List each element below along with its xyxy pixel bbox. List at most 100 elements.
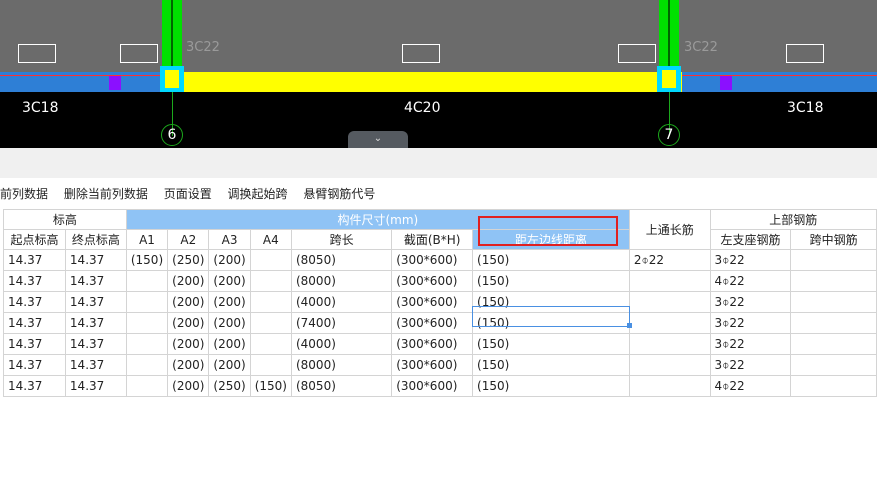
- table-cell[interactable]: (150): [472, 333, 630, 355]
- table-cell[interactable]: (200): [208, 249, 251, 271]
- table-cell[interactable]: (4000): [290, 291, 393, 313]
- table-cell[interactable]: [790, 270, 877, 292]
- table-cell[interactable]: (4000): [290, 333, 393, 355]
- table-cell[interactable]: (200): [208, 312, 251, 334]
- table-cell[interactable]: 14.37: [3, 312, 66, 334]
- table-cell[interactable]: 3⌽22: [709, 291, 792, 313]
- table-cell[interactable]: 14.37: [64, 270, 127, 292]
- table-cell[interactable]: [125, 333, 169, 355]
- table-cell[interactable]: (200): [167, 270, 210, 292]
- table-cell[interactable]: 14.37: [3, 375, 66, 397]
- table-cell[interactable]: (200): [208, 333, 251, 355]
- table-cell[interactable]: [628, 333, 711, 355]
- table-cell[interactable]: (300*600): [391, 312, 474, 334]
- table-cell[interactable]: (150): [472, 291, 630, 313]
- table-cell[interactable]: [628, 375, 711, 397]
- table-cell[interactable]: [790, 291, 877, 313]
- table-cell[interactable]: 14.37: [64, 291, 127, 313]
- table-cell[interactable]: (200): [167, 291, 210, 313]
- table-cell[interactable]: (200): [167, 354, 210, 376]
- cad-canvas[interactable]: 3C22 3C22 3C18 4C20 3C18 6 7 ⌄: [0, 0, 877, 148]
- table-cell[interactable]: 3⌽22: [709, 333, 792, 355]
- table-cell[interactable]: (300*600): [391, 291, 474, 313]
- table-row[interactable]: 14.37 14.37 (200) (200) (8000) (300*600) (150)…: [3, 270, 877, 292]
- table-row[interactable]: 14.37 14.37 (200) (200) (7400) (300*600) (150)…: [3, 312, 877, 334]
- collapse-panel-button[interactable]: ⌄: [348, 131, 408, 148]
- table-cell[interactable]: (300*600): [391, 249, 474, 271]
- table-row[interactable]: 14.37 14.37 (150) (250) (200) (8050) (300*600)…: [3, 249, 877, 271]
- table-cell[interactable]: (150): [472, 270, 630, 292]
- table-cell[interactable]: (300*600): [391, 270, 474, 292]
- table-cell[interactable]: [790, 249, 877, 271]
- table-cell[interactable]: 2⌽22: [628, 249, 711, 271]
- header-dimensions[interactable]: 构件尺寸(mm): [125, 209, 630, 230]
- table-cell[interactable]: (8050): [290, 375, 393, 397]
- table-row[interactable]: 14.37 14.37 (200) (200) (4000) (300*600) (150)…: [3, 291, 877, 313]
- table-cell[interactable]: 3⌽22: [709, 249, 792, 271]
- table-cell[interactable]: (200): [167, 333, 210, 355]
- table-cell[interactable]: [628, 270, 711, 292]
- table-cell[interactable]: [628, 291, 711, 313]
- table-cell[interactable]: (150): [472, 354, 630, 376]
- table-cell[interactable]: (150): [249, 375, 292, 397]
- table-cell[interactable]: (150): [472, 249, 630, 271]
- table-cell[interactable]: 3⌽22: [709, 354, 792, 376]
- table-cell[interactable]: (300*600): [391, 354, 474, 376]
- table-cell[interactable]: (8000): [290, 354, 393, 376]
- table-cell[interactable]: [249, 333, 292, 355]
- table-cell[interactable]: [125, 375, 169, 397]
- table-cell[interactable]: [125, 354, 169, 376]
- table-cell[interactable]: (150): [472, 375, 630, 397]
- table-cell[interactable]: 3⌽22: [709, 312, 792, 334]
- table-cell[interactable]: [790, 375, 877, 397]
- toolbar-copy-column[interactable]: 前列数据: [0, 187, 48, 201]
- table-cell[interactable]: [249, 354, 292, 376]
- toolbar-swap-start-span[interactable]: 调换起始跨: [228, 187, 288, 201]
- table-cell[interactable]: [249, 291, 292, 313]
- table-cell[interactable]: [125, 270, 169, 292]
- table-cell[interactable]: (250): [167, 249, 210, 271]
- table-row[interactable]: 14.37 14.37 (200) (200) (4000) (300*600) (150)…: [3, 333, 877, 355]
- fill-handle[interactable]: [627, 323, 632, 328]
- table-cell[interactable]: [249, 270, 292, 292]
- toolbar-cantilever-code[interactable]: 悬臂钢筋代号: [303, 187, 375, 201]
- table-cell[interactable]: 14.37: [64, 312, 127, 334]
- table-cell[interactable]: (200): [208, 291, 251, 313]
- table-cell[interactable]: 14.37: [3, 270, 66, 292]
- header-offset-left[interactable]: 距左边线距离: [472, 229, 630, 250]
- table-cell[interactable]: (200): [167, 312, 210, 334]
- toolbar-delete-column[interactable]: 删除当前列数据: [64, 187, 148, 201]
- table-cell[interactable]: [790, 312, 877, 334]
- table-cell[interactable]: [125, 291, 169, 313]
- table-cell[interactable]: (250): [208, 375, 251, 397]
- table-cell[interactable]: 14.37: [3, 333, 66, 355]
- table-cell[interactable]: (200): [208, 270, 251, 292]
- toolbar-page-setup[interactable]: 页面设置: [164, 187, 212, 201]
- table-cell[interactable]: [628, 354, 711, 376]
- table-cell[interactable]: [249, 249, 292, 271]
- table-cell[interactable]: [125, 312, 169, 334]
- table-cell[interactable]: [249, 312, 292, 334]
- table-cell[interactable]: (200): [208, 354, 251, 376]
- table-cell[interactable]: 14.37: [64, 354, 127, 376]
- table-cell[interactable]: [628, 312, 711, 334]
- table-cell[interactable]: 14.37: [64, 333, 127, 355]
- table-cell[interactable]: (150): [472, 312, 630, 334]
- table-cell[interactable]: 14.37: [64, 375, 127, 397]
- table-cell[interactable]: 14.37: [64, 249, 127, 271]
- table-cell[interactable]: [790, 333, 877, 355]
- selected-beam-span[interactable]: [160, 72, 682, 92]
- table-cell[interactable]: (8050): [290, 249, 393, 271]
- table-cell[interactable]: [790, 354, 877, 376]
- table-cell[interactable]: 4⌽22: [709, 375, 792, 397]
- table-cell[interactable]: 14.37: [3, 291, 66, 313]
- table-cell[interactable]: 14.37: [3, 354, 66, 376]
- table-cell[interactable]: (300*600): [391, 333, 474, 355]
- table-cell[interactable]: (7400): [290, 312, 393, 334]
- table-cell[interactable]: 4⌽22: [709, 270, 792, 292]
- table-row[interactable]: 14.37 14.37 (200) (250) (150) (8050) (300*600)…: [3, 375, 877, 397]
- table-row[interactable]: 14.37 14.37 (200) (200) (8000) (300*600) (150)…: [3, 354, 877, 376]
- table-cell[interactable]: 14.37: [3, 249, 66, 271]
- table-cell[interactable]: (150): [125, 249, 169, 271]
- table-cell[interactable]: (300*600): [391, 375, 474, 397]
